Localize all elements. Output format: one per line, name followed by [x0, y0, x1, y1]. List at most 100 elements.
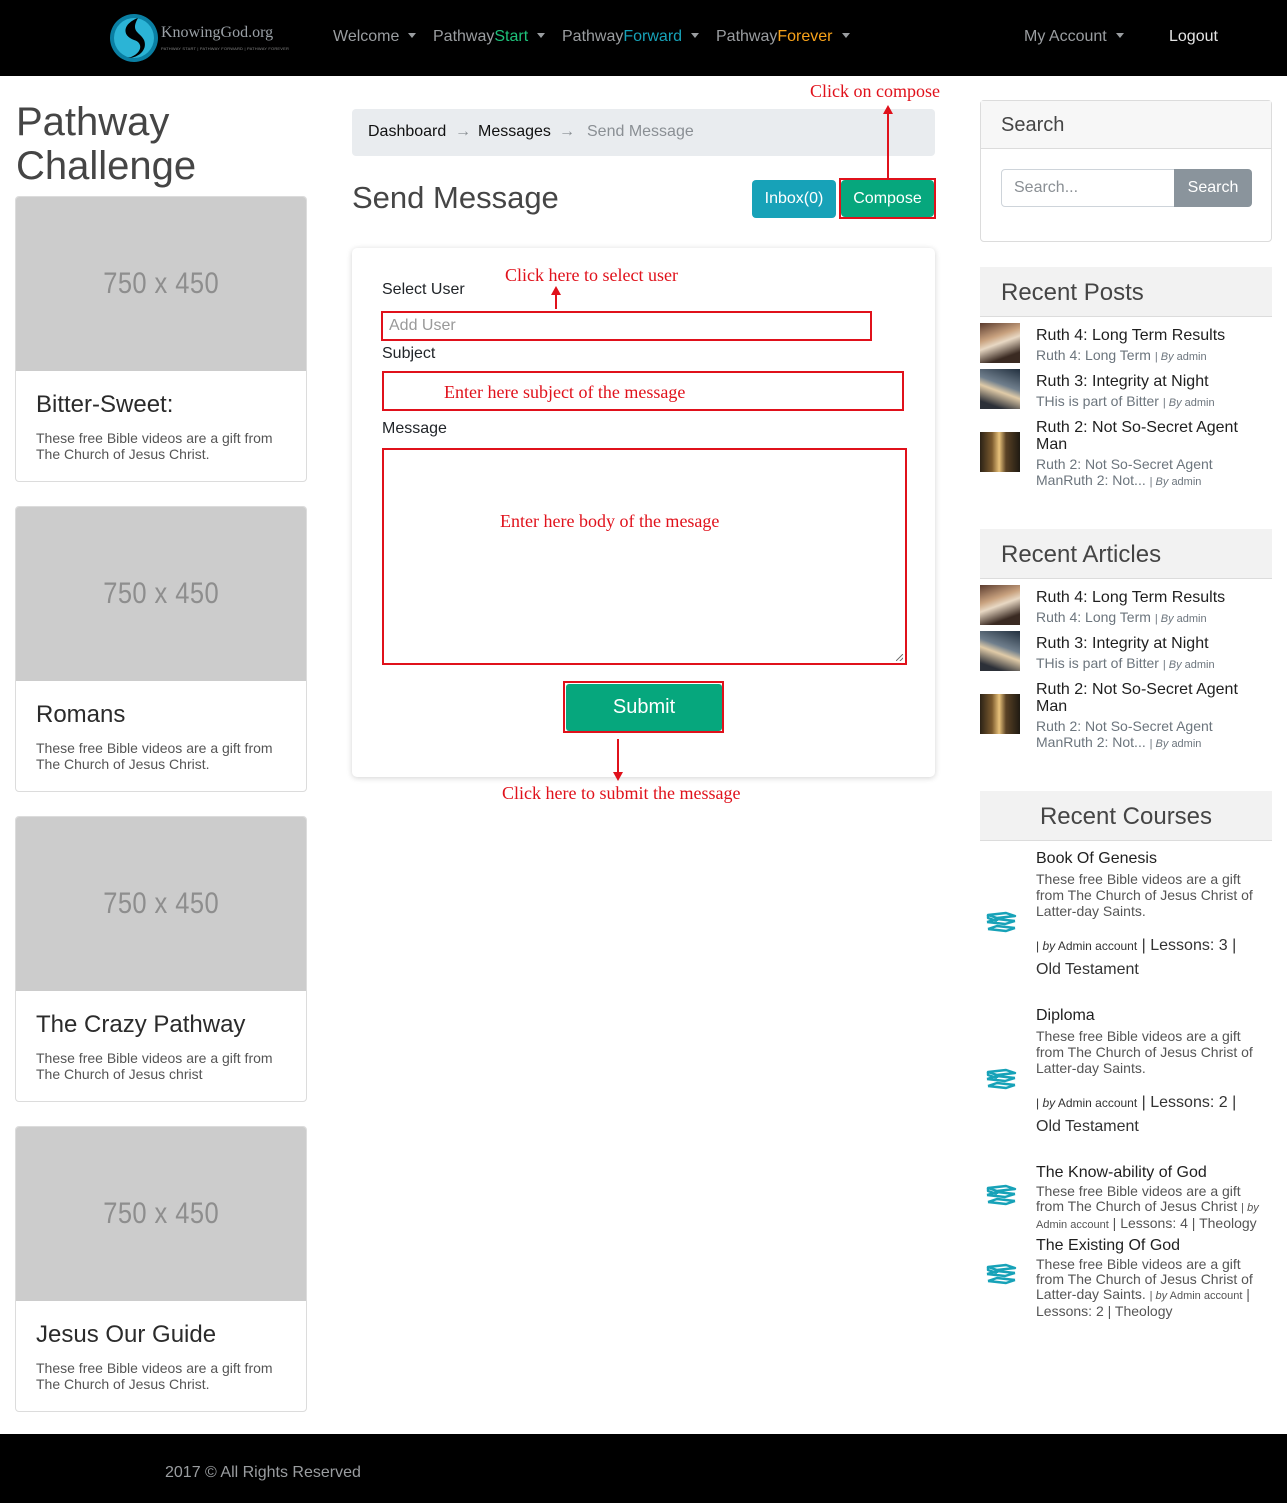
chevron-down-icon	[1115, 33, 1124, 38]
article-title[interactable]: Ruth 2: Not So-Secret Agent Man	[1036, 681, 1266, 715]
search-input[interactable]: Search...	[1001, 169, 1175, 207]
nav-start-word: Start	[494, 28, 529, 45]
logo-text: KnowingGod.org	[161, 24, 274, 41]
post-thumbnail[interactable]	[980, 432, 1020, 472]
recent-post-item[interactable]: Ruth 3: Integrity at Night THis is part …	[980, 369, 1272, 411]
recent-post-item[interactable]: Ruth 4: Long Term Results Ruth 4: Long T…	[980, 323, 1272, 365]
post-byline: | By admin	[1162, 397, 1215, 409]
article-thumbnail[interactable]	[980, 694, 1020, 734]
lessons-count: 4	[1180, 1215, 1188, 1231]
recent-course-item[interactable]: The Know-ability of God These free Bible…	[980, 1163, 1272, 1231]
logo-subtext: PATHWAY START | PATHWAY FORWARD | PATHWA…	[161, 46, 290, 51]
placeholder-size-text: 750 x 450	[103, 267, 219, 300]
site-logo[interactable]: KnowingGod.org PATHWAY START | PATHWAY F…	[108, 10, 290, 66]
breadcrumb-dashboard[interactable]: Dashboard	[368, 123, 446, 141]
search-button[interactable]: Search	[1174, 169, 1252, 207]
course-title[interactable]: The Know-ability of God	[1036, 1164, 1266, 1182]
card-image-placeholder[interactable]: 750 x 450	[16, 507, 306, 681]
challenge-card[interactable]: 750 x 450 Romans These free Bible videos…	[15, 506, 307, 792]
card-title[interactable]: The Crazy Pathway	[36, 1011, 245, 1039]
challenge-card[interactable]: 750 x 450 Jesus Our Guide These free Bib…	[15, 1126, 307, 1412]
recent-article-item[interactable]: Ruth 2: Not So-Secret Agent Man Ruth 2: …	[980, 680, 1272, 752]
course-author: Admin account	[1036, 1219, 1109, 1231]
course-title[interactable]: The Existing Of God	[1036, 1237, 1266, 1255]
annotation-arrow-line	[555, 294, 557, 309]
card-title[interactable]: Jesus Our Guide	[36, 1321, 216, 1349]
post-thumbnail[interactable]	[980, 369, 1020, 409]
course-desc: These free Bible videos are a gift from …	[1036, 871, 1253, 919]
recent-article-item[interactable]: Ruth 4: Long Term Results Ruth 4: Long T…	[980, 585, 1272, 627]
course-category: Theology	[1114, 1303, 1173, 1319]
recent-course-item[interactable]: Diploma These free Bible videos are a gi…	[980, 1006, 1272, 1142]
card-text: These free Bible videos are a gift from …	[36, 1050, 273, 1082]
breadcrumb-separator: →	[455, 123, 471, 140]
nav-pathway-start[interactable]: PathwayStart	[433, 28, 546, 46]
submit-highlight	[563, 681, 724, 733]
post-desc-text: Ruth 4: Long Term	[1036, 347, 1151, 363]
footer: 2017 © All Rights Reserved	[0, 1434, 1287, 1503]
card-image-placeholder[interactable]: 750 x 450	[16, 817, 306, 991]
article-title[interactable]: Ruth 4: Long Term Results	[1036, 589, 1266, 606]
nav-pathway-word: Pathway	[433, 28, 495, 45]
card-image-placeholder[interactable]: 750 x 450	[16, 197, 306, 371]
search-widget-header: Search	[981, 101, 1271, 149]
course-desc: These free Bible videos are a gift from …	[1036, 1028, 1253, 1076]
chevron-down-icon	[841, 33, 850, 38]
challenge-card[interactable]: 750 x 450 Bitter-Sweet: These free Bible…	[15, 196, 307, 482]
nav-logout[interactable]: Logout	[1169, 28, 1218, 46]
by-label: By	[1160, 613, 1174, 625]
select-user-label: Select User	[382, 281, 465, 298]
search-widget-title: Search	[1001, 114, 1065, 136]
nav-pathway-forward[interactable]: PathwayForward	[562, 28, 700, 46]
compose-highlight	[839, 178, 936, 219]
recent-course-item[interactable]: Book Of Genesis These free Bible videos …	[980, 849, 1272, 985]
challenge-card[interactable]: 750 x 450 The Crazy Pathway These free B…	[15, 816, 307, 1102]
article-title[interactable]: Ruth 3: Integrity at Night	[1036, 635, 1266, 652]
article-desc: Ruth 4: Long Term | By admin	[1036, 609, 1266, 627]
article-thumbnail[interactable]	[980, 585, 1020, 625]
post-title[interactable]: Ruth 2: Not So-Secret Agent Man	[1036, 419, 1266, 453]
course-author: Admin account	[1057, 939, 1138, 953]
resize-grip-icon[interactable]	[896, 654, 903, 661]
post-title[interactable]: Ruth 4: Long Term Results	[1036, 327, 1266, 344]
nav-welcome[interactable]: Welcome	[333, 28, 417, 46]
annotation-subject: Enter here subject of the message	[444, 382, 686, 402]
card-image-placeholder[interactable]: 750 x 450	[16, 1127, 306, 1301]
page: KnowingGod.org PATHWAY START | PATHWAY F…	[0, 0, 1287, 1503]
post-author: admin	[1171, 476, 1202, 488]
annotation-submit: Click here to submit the message	[502, 783, 741, 803]
course-title[interactable]: Book Of Genesis	[1036, 850, 1266, 868]
course-author: Admin account	[1057, 1096, 1138, 1110]
message-textarea[interactable]	[382, 448, 907, 665]
course-title[interactable]: Diploma	[1036, 1007, 1266, 1025]
arrow-up-icon	[551, 286, 561, 295]
book-stack-icon	[986, 1184, 1017, 1206]
recent-article-item[interactable]: Ruth 3: Integrity at Night THis is part …	[980, 631, 1272, 673]
nav-pathway-forever[interactable]: PathwayForever	[716, 28, 850, 46]
recent-post-item[interactable]: Ruth 2: Not So-Secret Agent Man Ruth 2: …	[980, 418, 1272, 490]
post-title[interactable]: Ruth 3: Integrity at Night	[1036, 373, 1266, 390]
by-label: by	[1247, 1202, 1259, 1214]
pathway-challenge-title: Pathway Challenge	[16, 100, 197, 188]
logo-icon	[110, 14, 158, 62]
recent-course-item[interactable]: The Existing Of God These free Bible vid…	[980, 1236, 1272, 1319]
inbox-button[interactable]: Inbox(0)	[752, 180, 836, 218]
article-desc: Ruth 2: Not So-Secret Agent ManRuth 2: N…	[1036, 718, 1266, 752]
article-byline: | By admin	[1162, 659, 1215, 671]
nav-my-account[interactable]: My Account	[1024, 28, 1124, 46]
article-thumbnail[interactable]	[980, 631, 1020, 671]
post-desc: Ruth 4: Long Term | By admin	[1036, 347, 1266, 365]
card-title[interactable]: Bitter-Sweet:	[36, 391, 173, 419]
page-title: Send Message	[352, 180, 559, 215]
by-label: by	[1155, 1290, 1168, 1302]
post-thumbnail[interactable]	[980, 323, 1020, 363]
post-desc-text: THis is part of Bitter	[1036, 393, 1159, 409]
card-title[interactable]: Romans	[36, 701, 125, 729]
add-user-input[interactable]: Add User	[381, 311, 872, 341]
message-label: Message	[382, 420, 447, 437]
chevron-down-icon	[537, 33, 546, 38]
card-text: These free Bible videos are a gift from …	[36, 740, 273, 772]
annotation-arrow-line	[887, 114, 889, 178]
placeholder-size-text: 750 x 450	[103, 887, 219, 920]
breadcrumb-messages[interactable]: Messages	[478, 123, 551, 141]
